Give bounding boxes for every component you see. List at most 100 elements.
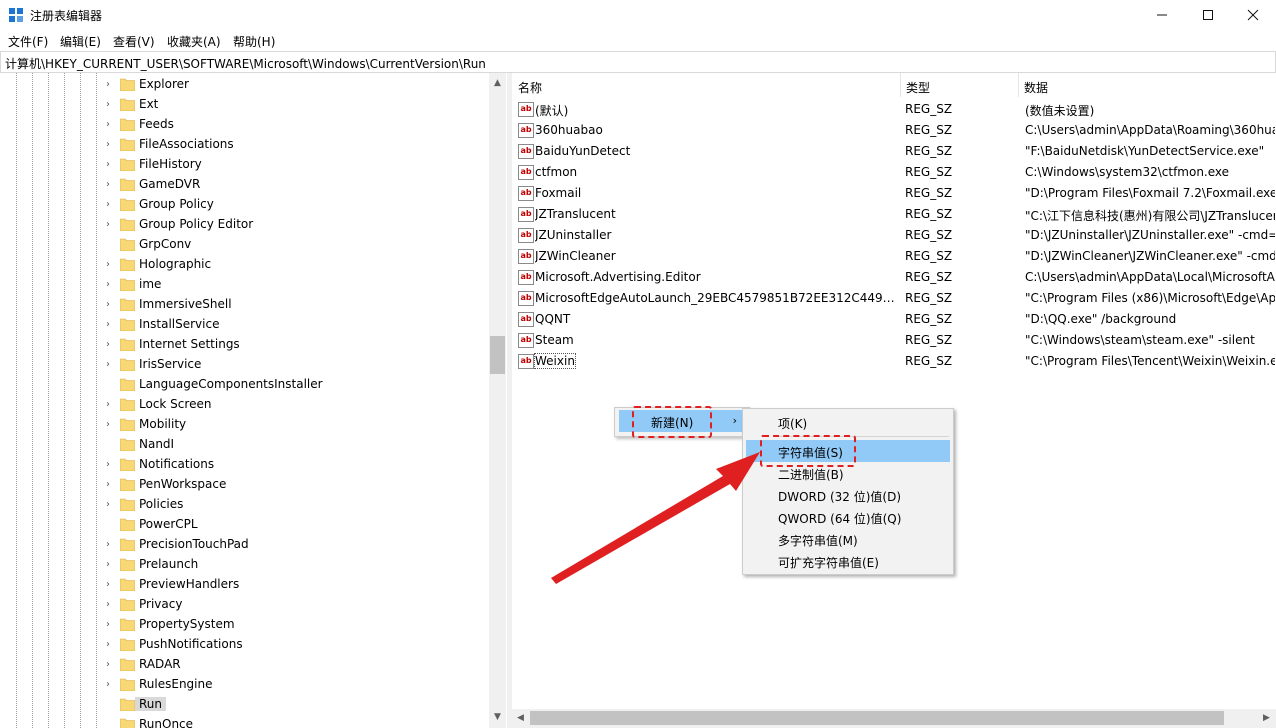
column-header-name[interactable]: 名称 [512,73,900,97]
scroll-right-arrow-icon[interactable]: ▶ [1258,710,1275,727]
tree-item[interactable]: › Privacy [106,595,486,615]
tree-item[interactable]: › Prelaunch [106,555,486,575]
expand-arrow-icon[interactable]: › [106,259,116,270]
expand-arrow-icon[interactable]: › [106,159,116,170]
tree-item[interactable]: › Policies [106,495,486,515]
values-list: 名称 类型 数据 ab (默认) REG_SZ (数值未设置) ab 360huabao R… [512,73,1276,728]
submenu-item[interactable]: DWORD (32 位)值(D) [746,484,950,506]
expand-arrow-icon[interactable]: › [106,319,116,330]
tree-item[interactable]: LanguageComponentsInstaller [106,375,486,395]
value-row[interactable]: ab MicrosoftEdgeAutoLaunch_29EBC4579851B7… [512,288,1276,309]
maximize-button[interactable] [1185,0,1231,30]
tree-item[interactable]: › ime [106,275,486,295]
value-row[interactable]: ab JZWinCleaner REG_SZ "D:\JZWinCleaner\JZW… [512,246,1276,267]
scroll-up-arrow-icon[interactable]: ▲ [489,75,506,92]
expand-arrow-icon[interactable]: › [106,299,116,310]
tree-item[interactable]: GrpConv [106,235,486,255]
value-row[interactable]: ab JZUninstaller REG_SZ "D:\JZUninstaller\J… [512,225,1276,246]
menu-help[interactable]: 帮助(H) [233,33,275,50]
values-horizontal-scrollbar[interactable]: ◀ ▶ [512,709,1276,728]
tree-item[interactable]: › ImmersiveShell [106,295,486,315]
submenu-item[interactable]: QWORD (64 位)值(Q) [746,506,950,528]
expand-arrow-icon[interactable]: › [106,639,116,650]
scroll-left-arrow-icon[interactable]: ◀ [512,710,529,727]
value-row[interactable]: ab Foxmail REG_SZ "D:\Program Files\Foxmail… [512,183,1276,204]
expand-arrow-icon[interactable]: › [106,179,116,190]
expand-arrow-icon[interactable]: › [106,679,116,690]
value-row[interactable]: ab BaiduYunDetect REG_SZ "F:\BaiduNetdisk\Y… [512,141,1276,162]
expand-arrow-icon[interactable]: › [106,559,116,570]
minimize-button[interactable] [1139,0,1185,30]
expand-arrow-icon[interactable]: › [106,539,116,550]
tree-item[interactable]: › PushNotifications [106,635,486,655]
value-row[interactable]: ab Steam REG_SZ "C:\Windows\steam\steam.exe… [512,330,1276,351]
column-header-type[interactable]: 类型 [900,73,1018,97]
value-type: REG_SZ [905,249,953,263]
tree-item[interactable]: › Mobility [106,415,486,435]
expand-arrow-icon[interactable]: › [106,339,116,350]
tree-item[interactable]: › Notifications [106,455,486,475]
expand-arrow-icon[interactable]: › [106,139,116,150]
tree-item[interactable]: › GameDVR [106,175,486,195]
expand-arrow-icon[interactable]: › [106,479,116,490]
tree-item[interactable]: PowerCPL [106,515,486,535]
tree-item[interactable]: › Explorer [106,75,486,95]
tree-item[interactable]: RunOnce [106,715,486,728]
tree-item[interactable]: › FileAssociations [106,135,486,155]
expand-arrow-icon[interactable]: › [106,359,116,370]
value-row[interactable]: ab Weixin REG_SZ "C:\Program Files\Tencent\… [512,351,1276,372]
column-header-data[interactable]: 数据 [1018,73,1276,97]
values-scroll-thumb[interactable] [530,711,1224,725]
submenu-item[interactable]: 可扩充字符串值(E) [746,550,950,572]
expand-arrow-icon[interactable]: › [106,99,116,110]
tree-item[interactable]: › Ext [106,95,486,115]
tree-item[interactable]: › PropertySystem [106,615,486,635]
expand-arrow-icon[interactable]: › [106,279,116,290]
scroll-down-arrow-icon[interactable]: ▼ [489,709,506,726]
menu-file[interactable]: 文件(F) [8,33,48,50]
menu-favorites[interactable]: 收藏夹(A) [167,33,221,50]
expand-arrow-icon[interactable]: › [106,599,116,610]
expand-arrow-icon[interactable]: › [106,219,116,230]
expand-arrow-icon[interactable]: › [106,499,116,510]
tree-item[interactable]: › PenWorkspace [106,475,486,495]
tree-item[interactable]: › Feeds [106,115,486,135]
submenu-item[interactable]: 多字符串值(M) [746,528,950,550]
expand-arrow-icon[interactable]: › [106,79,116,90]
tree-vertical-scrollbar[interactable]: ▲ ▼ [489,73,506,728]
submenu-item[interactable]: 项(K) [746,411,950,433]
tree-item[interactable]: › Internet Settings [106,335,486,355]
tree-item[interactable]: › IrisService [106,355,486,375]
tree-scroll-thumb[interactable] [490,336,505,374]
tree-item[interactable]: › Lock Screen [106,395,486,415]
menu-edit[interactable]: 编辑(E) [60,33,101,50]
tree-item[interactable]: › RulesEngine [106,675,486,695]
expand-arrow-icon[interactable]: › [106,579,116,590]
tree-item[interactable]: NandI [106,435,486,455]
tree-item[interactable]: › InstallService [106,315,486,335]
value-row[interactable]: ab QQNT REG_SZ "D:\QQ.exe" /background [512,309,1276,330]
value-row[interactable]: ab 360huabao REG_SZ C:\Users\admin\AppData\… [512,120,1276,141]
tree-item[interactable]: › RADAR [106,655,486,675]
expand-arrow-icon[interactable]: › [106,659,116,670]
tree-item[interactable]: › Holographic [106,255,486,275]
address-bar[interactable]: 计算机\HKEY_CURRENT_USER\SOFTWARE\Microsoft… [0,51,1276,73]
value-row[interactable]: ab (默认) REG_SZ (数值未设置) [512,99,1276,120]
tree-item[interactable]: › Group Policy [106,195,486,215]
close-button[interactable] [1230,0,1276,30]
value-row[interactable]: ab JZTranslucent REG_SZ "C:\江下信息科技(惠州)有限公司\… [512,204,1276,225]
expand-arrow-icon[interactable]: › [106,119,116,130]
expand-arrow-icon[interactable]: › [106,399,116,410]
tree-item[interactable]: › FileHistory [106,155,486,175]
tree-item[interactable]: › PreviewHandlers [106,575,486,595]
menu-view[interactable]: 查看(V) [113,33,155,50]
tree-item[interactable]: › PrecisionTouchPad [106,535,486,555]
tree-item[interactable]: › Group Policy Editor [106,215,486,235]
expand-arrow-icon[interactable]: › [106,459,116,470]
expand-arrow-icon[interactable]: › [106,419,116,430]
tree-item[interactable]: Run [106,695,486,715]
value-row[interactable]: ab Microsoft.Advertising.Editor REG_SZ C:\U… [512,267,1276,288]
expand-arrow-icon[interactable]: › [106,199,116,210]
value-row[interactable]: ab ctfmon REG_SZ C:\Windows\system32\ctfmon… [512,162,1276,183]
expand-arrow-icon[interactable]: › [106,619,116,630]
